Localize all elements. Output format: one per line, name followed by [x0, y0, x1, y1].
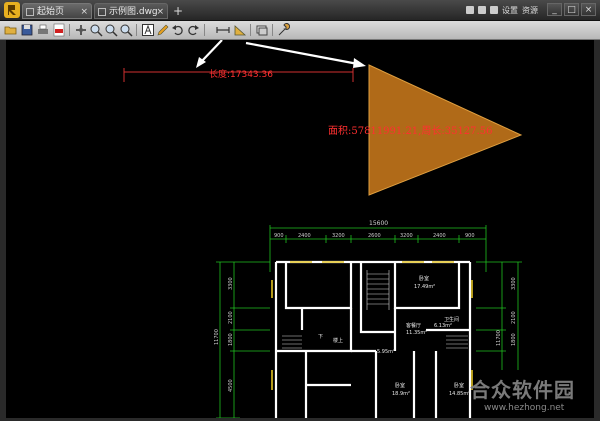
- print-icon[interactable]: [36, 23, 50, 37]
- svg-text:1800: 1800: [511, 333, 517, 346]
- svg-text:3200: 3200: [400, 233, 413, 239]
- add-tab-button[interactable]: +: [171, 4, 185, 18]
- drawing-canvas[interactable]: 长度:17343.36 面积:57811991.21,周长:35127.56 1…: [6, 40, 594, 418]
- svg-text:900: 900: [465, 233, 475, 239]
- measure-area-icon[interactable]: [233, 23, 247, 37]
- area-triangle: 面积:57811991.21,周长:35127.56: [328, 64, 523, 196]
- toolbar-separator: [272, 24, 273, 36]
- app-logo-icon[interactable]: [4, 2, 20, 18]
- svg-text:2600: 2600: [368, 233, 381, 239]
- phone-icon[interactable]: [466, 6, 474, 14]
- svg-text:2400: 2400: [298, 233, 311, 239]
- svg-text:11700: 11700: [214, 329, 220, 345]
- svg-text:3300: 3300: [511, 277, 517, 290]
- maximize-button[interactable]: □: [564, 3, 579, 16]
- frame-right: [594, 40, 600, 421]
- svg-text:卧室: 卧室: [454, 382, 464, 389]
- watermark: 合众软件园 www.hezhong.net: [470, 374, 600, 413]
- length-label: 长度:17343.36: [209, 68, 273, 80]
- total-width-label: 15600: [369, 220, 388, 227]
- left-dimension-column: 3300 2100 1800 4500 11700: [214, 261, 270, 418]
- tab-close-icon[interactable]: ×: [80, 4, 88, 20]
- settings-wrench-icon[interactable]: [276, 23, 290, 37]
- svg-text:6.13m²: 6.13m²: [434, 323, 452, 329]
- zoom-window-icon[interactable]: [119, 23, 133, 37]
- undo-icon[interactable]: [171, 23, 185, 37]
- pencil-icon[interactable]: [156, 23, 170, 37]
- skin-icon[interactable]: [490, 6, 498, 14]
- grid-icon[interactable]: [478, 6, 486, 14]
- area-label: 面积:57811991.21,周长:35127.56: [328, 125, 492, 137]
- save-icon[interactable]: [20, 23, 34, 37]
- drawing-svg: 长度:17343.36 面积:57811991.21,周长:35127.56 1…: [123, 40, 523, 418]
- tab-label: 起始页: [37, 7, 65, 17]
- svg-text:下: 下: [318, 334, 323, 340]
- toolbar-separator: [204, 24, 205, 36]
- svg-text:11.35m²: 11.35m²: [406, 330, 427, 336]
- svg-text:3200: 3200: [332, 233, 345, 239]
- tab-drawing[interactable]: 示例图.dwg ×: [94, 3, 168, 19]
- layers-icon[interactable]: [255, 23, 269, 37]
- page-icon: [26, 8, 34, 16]
- dwg-file-icon: [98, 8, 106, 16]
- tab-label: 示例图.dwg: [109, 7, 158, 17]
- svg-text:900: 900: [274, 233, 284, 239]
- svg-text:2100: 2100: [228, 311, 234, 324]
- svg-text:11700: 11700: [496, 330, 502, 346]
- toolbar-separator: [69, 24, 70, 36]
- svg-text:2400: 2400: [433, 233, 446, 239]
- svg-text:卫生间: 卫生间: [444, 316, 459, 323]
- length-measurement: 长度:17343.36: [123, 68, 354, 82]
- svg-text:17.49m²: 17.49m²: [414, 284, 435, 290]
- pdf-export-icon[interactable]: [52, 23, 66, 37]
- text-tool-icon[interactable]: [141, 23, 155, 37]
- settings-link[interactable]: 设置: [502, 5, 518, 16]
- pan-icon[interactable]: [74, 23, 88, 37]
- svg-text:18.9m²: 18.9m²: [392, 391, 410, 397]
- svg-text:卧室: 卧室: [419, 275, 429, 282]
- watermark-main: 合众软件园: [470, 378, 575, 402]
- svg-text:4500: 4500: [228, 379, 234, 392]
- toolbar: [0, 21, 600, 40]
- title-bar: 起始页 × 示例图.dwg × + 设置 资源 _ □ ×: [0, 0, 600, 21]
- svg-text:卧室: 卧室: [395, 382, 405, 389]
- svg-text:3300: 3300: [228, 277, 234, 290]
- walls: [274, 260, 472, 418]
- svg-text:1800: 1800: [228, 333, 234, 346]
- toolbar-separator: [250, 24, 251, 36]
- minimize-button[interactable]: _: [547, 3, 562, 16]
- svg-text:5.95m²: 5.95m²: [377, 349, 395, 355]
- close-button[interactable]: ×: [581, 3, 596, 16]
- measure-length-icon[interactable]: [216, 23, 230, 37]
- zoom-out-icon[interactable]: [104, 23, 118, 37]
- window-controls: _ □ ×: [547, 3, 596, 16]
- tab-start-page[interactable]: 起始页 ×: [22, 3, 92, 19]
- svg-text:14.85m²: 14.85m²: [449, 391, 470, 397]
- toolbar-separator: [136, 24, 137, 36]
- svg-text:客餐厅: 客餐厅: [406, 322, 421, 329]
- svg-text:2100: 2100: [511, 311, 517, 324]
- svg-text:楼上: 楼上: [333, 337, 343, 344]
- open-folder-icon[interactable]: [4, 23, 18, 37]
- zoom-in-icon[interactable]: [89, 23, 103, 37]
- top-dimension-row: 900 2400 3200 2600 3200 2400 900: [274, 233, 475, 243]
- redo-icon[interactable]: [186, 23, 200, 37]
- callout-arrows: [196, 40, 366, 68]
- top-right-menu: 设置 资源: [466, 3, 538, 17]
- watermark-url: www.hezhong.net: [484, 403, 565, 413]
- resources-link[interactable]: 资源: [522, 5, 538, 16]
- right-dimension-column: 3300 2100 1800 11700: [476, 261, 522, 370]
- tab-close-icon[interactable]: ×: [156, 4, 164, 20]
